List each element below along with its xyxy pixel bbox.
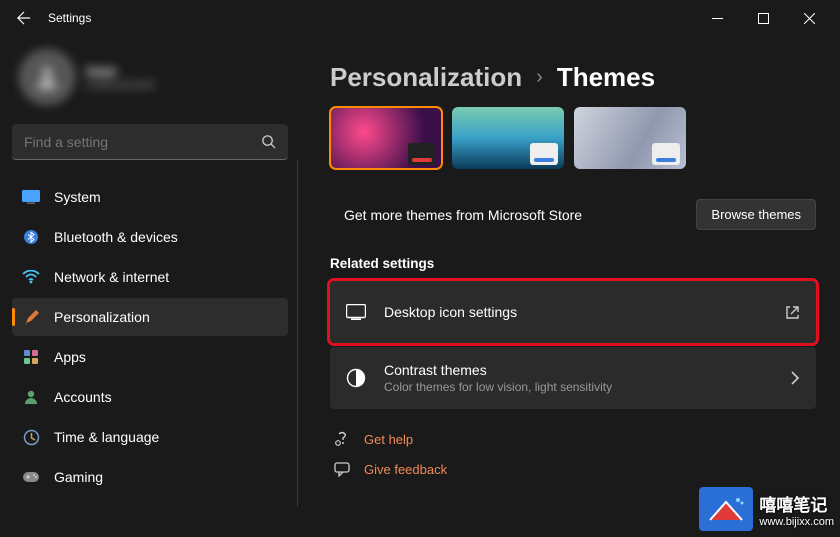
clock-globe-icon (22, 428, 40, 446)
bluetooth-icon (22, 228, 40, 246)
apps-icon (22, 348, 40, 366)
nav-label: Apps (54, 349, 86, 365)
main-panel: Personalization › Themes Get more themes… (300, 36, 840, 537)
back-button[interactable] (8, 2, 40, 34)
nav-personalization[interactable]: Personalization (12, 298, 288, 336)
window-title: Settings (48, 11, 91, 25)
arrow-left-icon (17, 11, 31, 25)
contrast-themes-card[interactable]: Contrast themes Color themes for low vis… (330, 347, 816, 409)
profile-name: User (86, 63, 155, 79)
theme-option-3[interactable] (574, 107, 686, 169)
card-subtitle: Color themes for low vision, light sensi… (384, 380, 772, 394)
contrast-icon (346, 368, 366, 388)
theme-thumbnails (330, 107, 816, 169)
close-icon (804, 13, 815, 24)
browse-themes-button[interactable]: Browse themes (696, 199, 816, 230)
desktop-icon (346, 304, 366, 320)
nav-label: Network & internet (54, 269, 169, 285)
chevron-right-icon (790, 371, 800, 385)
minimize-button[interactable] (694, 2, 740, 34)
search-input[interactable] (24, 134, 261, 150)
breadcrumb-parent[interactable]: Personalization (330, 62, 522, 93)
watermark-text: 嘻嘻笔记 (759, 491, 834, 516)
wifi-icon (22, 268, 40, 286)
person-icon (33, 63, 61, 91)
profile-block[interactable]: User Local Account (12, 42, 288, 112)
profile-sub: Local Account (86, 79, 155, 91)
give-feedback-link[interactable]: Give feedback (334, 461, 816, 477)
theme-mini-preview (530, 143, 558, 165)
nav-list: System Bluetooth & devices Network & int… (12, 178, 288, 496)
card-title: Contrast themes (384, 362, 772, 378)
maximize-button[interactable] (740, 2, 786, 34)
maximize-icon (758, 13, 769, 24)
help-links: Get help Give feedback (330, 431, 816, 477)
desktop-icon-settings-card[interactable]: Desktop icon settings (330, 281, 816, 343)
person-icon (22, 388, 40, 406)
related-settings-header: Related settings (330, 256, 816, 271)
nav-apps[interactable]: Apps (12, 338, 288, 376)
nav-time-language[interactable]: Time & language (12, 418, 288, 456)
display-icon (22, 188, 40, 206)
watermark: 嘻嘻笔记 www.bijixx.com (699, 487, 834, 531)
divider (297, 160, 298, 507)
nav-gaming[interactable]: Gaming (12, 458, 288, 496)
watermark-logo (699, 487, 753, 531)
sidebar: User Local Account System Bluetooth & de… (0, 36, 300, 537)
breadcrumb: Personalization › Themes (330, 62, 816, 93)
paintbrush-icon (22, 308, 40, 326)
nav-network[interactable]: Network & internet (12, 258, 288, 296)
watermark-url: www.bijixx.com (759, 516, 834, 528)
nav-label: Gaming (54, 469, 103, 485)
minimize-icon (712, 13, 723, 24)
open-external-icon (785, 305, 800, 320)
theme-mini-preview (652, 143, 680, 165)
theme-mini-preview (408, 143, 436, 165)
nav-label: Accounts (54, 389, 112, 405)
feedback-icon (334, 461, 350, 477)
search-box[interactable] (12, 124, 288, 160)
gamepad-icon (22, 468, 40, 486)
nav-system[interactable]: System (12, 178, 288, 216)
breadcrumb-current: Themes (557, 62, 655, 93)
card-title: Desktop icon settings (384, 304, 767, 320)
nav-label: Personalization (54, 309, 150, 325)
search-icon (261, 134, 276, 149)
theme-option-1[interactable] (330, 107, 442, 169)
theme-option-2[interactable] (452, 107, 564, 169)
link-label: Get help (364, 432, 413, 447)
avatar (20, 50, 74, 104)
nav-label: Time & language (54, 429, 159, 445)
chevron-right-icon: › (536, 66, 543, 89)
link-label: Give feedback (364, 462, 447, 477)
nav-label: System (54, 189, 101, 205)
nav-bluetooth[interactable]: Bluetooth & devices (12, 218, 288, 256)
titlebar: Settings (0, 0, 840, 36)
get-help-link[interactable]: Get help (334, 431, 816, 447)
close-button[interactable] (786, 2, 832, 34)
nav-accounts[interactable]: Accounts (12, 378, 288, 416)
help-icon (334, 431, 350, 447)
store-row: Get more themes from Microsoft Store Bro… (330, 183, 816, 246)
store-text: Get more themes from Microsoft Store (344, 207, 696, 223)
nav-label: Bluetooth & devices (54, 229, 178, 245)
